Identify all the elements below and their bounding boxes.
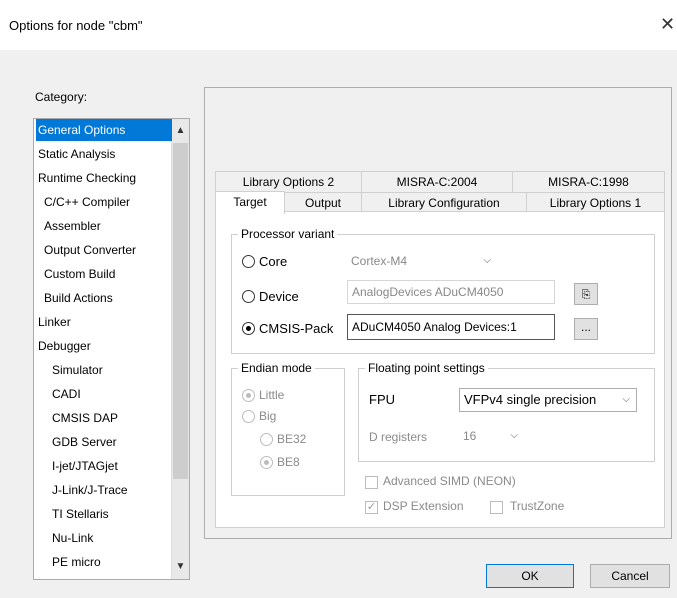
category-item-general-options[interactable]: General Options — [36, 119, 172, 141]
trustzone-label: TrustZone — [510, 499, 565, 513]
big-radio[interactable] — [242, 410, 255, 423]
core-select: Cortex-M4 ⌵ — [347, 250, 497, 272]
tab-library-options-2[interactable]: Library Options 2 — [215, 171, 362, 193]
floating-point-legend: Floating point settings — [365, 361, 488, 375]
chevron-down-icon: ⌵ — [622, 394, 630, 405]
device-radio[interactable] — [242, 290, 255, 303]
be32-radio[interactable] — [260, 433, 273, 446]
category-list[interactable]: ▲ ▼ General Options Static Analysis Runtim… — [33, 118, 190, 580]
category-scrollbar[interactable]: ▲ ▼ — [171, 119, 189, 579]
d-registers-label: D registers — [369, 430, 428, 444]
category-label: Category: — [35, 90, 88, 104]
scroll-up-icon[interactable]: ▲ — [172, 121, 189, 141]
category-item-custom-build[interactable]: Custom Build — [36, 263, 172, 285]
category-item-cmsis-dap[interactable]: CMSIS DAP — [36, 407, 172, 429]
category-item-simulator[interactable]: Simulator — [36, 359, 172, 381]
category-item-gdb-server[interactable]: GDB Server — [36, 431, 172, 453]
category-item-c-c-compiler[interactable]: C/C++ Compiler — [36, 191, 172, 213]
device-select-icon[interactable]: ⎘ — [574, 283, 598, 305]
category-item-nu-link[interactable]: Nu-Link — [36, 527, 172, 549]
big-label: Big — [259, 409, 277, 423]
close-icon[interactable]: ✕ — [660, 14, 675, 35]
category-item-pe-micro[interactable]: PE micro — [36, 551, 172, 573]
advanced-simd-checkbox[interactable] — [365, 476, 378, 489]
window-title: Options for node "cbm" — [9, 18, 143, 33]
chevron-down-icon: ⌵ — [483, 255, 491, 266]
category-item-i-jet-jtagjet[interactable]: I-jet/JTAGjet — [36, 455, 172, 477]
category-item-cadi[interactable]: CADI — [36, 383, 172, 405]
category-item-runtime-checking[interactable]: Runtime Checking — [36, 167, 172, 189]
cmsis-pack-label: CMSIS-Pack — [259, 321, 334, 336]
category-item-build-actions[interactable]: Build Actions — [36, 287, 172, 309]
little-label: Little — [259, 388, 285, 402]
category-item-static-analysis[interactable]: Static Analysis — [36, 143, 172, 165]
cancel-button[interactable]: Cancel — [590, 564, 670, 588]
dsp-extension-checkbox[interactable]: ✓ — [365, 501, 378, 514]
cmsis-pack-field[interactable]: ADuCM4050 Analog Devices:1 — [347, 314, 555, 340]
be8-label: BE8 — [277, 455, 300, 469]
endian-mode-legend: Endian mode — [238, 361, 315, 375]
processor-variant-legend: Processor variant — [238, 227, 338, 241]
fpu-value: VFPv4 single precision — [464, 392, 597, 407]
chevron-down-icon: ⌵ — [510, 430, 518, 441]
core-value: Cortex-M4 — [351, 254, 408, 268]
tab-misra-c-2004[interactable]: MISRA-C:2004 — [361, 171, 513, 193]
be8-radio[interactable] — [260, 456, 273, 469]
tab-target[interactable]: Target — [215, 191, 285, 214]
fpu-select[interactable]: VFPv4 single precision ⌵ — [459, 388, 637, 412]
category-item-j-link-j-trace[interactable]: J-Link/J-Trace — [36, 479, 172, 501]
scrollbar-thumb[interactable] — [173, 143, 188, 479]
little-radio[interactable] — [242, 389, 255, 402]
advanced-simd-label: Advanced SIMD (NEON) — [383, 474, 516, 488]
cmsis-pack-radio[interactable] — [242, 322, 255, 335]
core-radio[interactable] — [242, 255, 255, 268]
category-item-debugger[interactable]: Debugger — [36, 335, 172, 357]
category-item-output-converter[interactable]: Output Converter — [36, 239, 172, 261]
be32-label: BE32 — [277, 432, 307, 446]
ok-button[interactable]: OK — [486, 564, 574, 588]
dsp-extension-label: DSP Extension — [383, 499, 464, 513]
device-field: AnalogDevices ADuCM4050 — [347, 280, 555, 304]
fpu-label: FPU — [369, 392, 395, 407]
category-item-ti-stellaris[interactable]: TI Stellaris — [36, 503, 172, 525]
cmsis-browse-button[interactable]: ... — [574, 318, 598, 340]
d-registers-value: 16 — [463, 429, 477, 443]
device-label: Device — [259, 289, 299, 304]
category-item-assembler[interactable]: Assembler — [36, 215, 172, 237]
trustzone-checkbox[interactable] — [490, 501, 503, 514]
category-item-linker[interactable]: Linker — [36, 311, 172, 333]
d-registers-select: 16 ⌵ — [459, 425, 524, 449]
tab-misra-c-1998[interactable]: MISRA-C:1998 — [512, 171, 665, 193]
scroll-down-icon[interactable]: ▼ — [172, 557, 189, 577]
core-label: Core — [259, 254, 288, 269]
